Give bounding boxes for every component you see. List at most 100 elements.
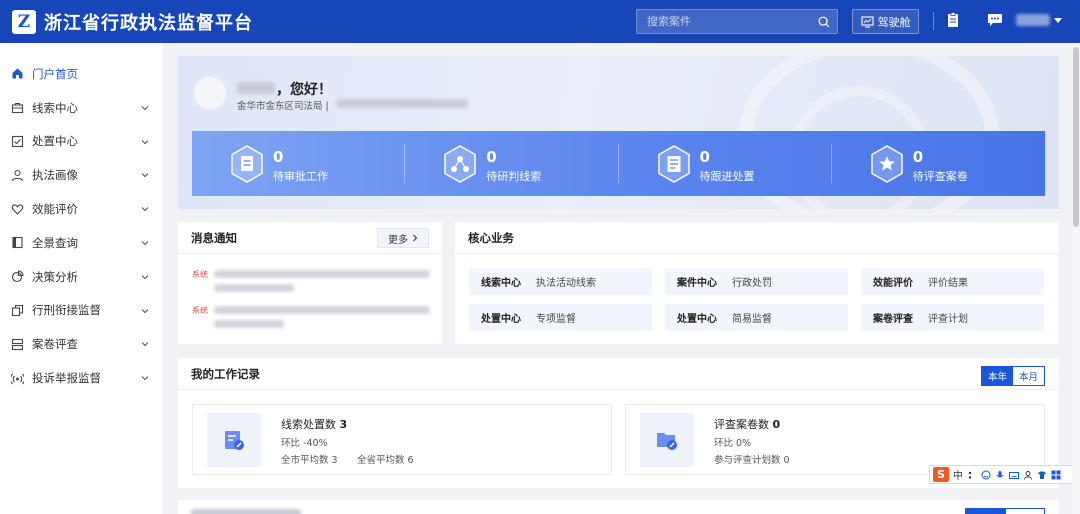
record-plan-count: 参与评查计划数 0 — [714, 455, 790, 466]
search-icon[interactable] — [817, 15, 831, 29]
stat-pending-review[interactable]: 0 待评查案卷 — [832, 131, 1045, 196]
sidebar-item-disposal-center[interactable]: 处置中心 — [0, 125, 163, 159]
notice-item[interactable]: 系统 — [192, 270, 430, 292]
record-title: 线索处置数 3 — [281, 416, 347, 432]
stat-pending-clues[interactable]: 0 待研判线索 — [405, 131, 619, 196]
logo-letter: Z — [17, 11, 31, 32]
business-item[interactable]: 案卷评查 评查计划 — [861, 304, 1044, 331]
book-icon — [10, 236, 24, 250]
tab-inactive[interactable] — [1005, 508, 1045, 514]
message-icon[interactable] — [986, 11, 1004, 29]
business-name: 简易监督 — [732, 314, 772, 325]
cockpit-button[interactable]: 驾驶舱 — [852, 9, 919, 34]
business-category: 案卷评查 — [873, 314, 913, 325]
app-logo[interactable]: Z — [12, 9, 36, 34]
notices-title: 消息通知 — [191, 230, 237, 245]
record-title: 评查案卷数 0 — [714, 416, 780, 432]
chevron-down-icon — [141, 207, 149, 212]
grid-menu-icon[interactable] — [1051, 470, 1061, 480]
user-name-redacted — [1016, 14, 1050, 26]
record-count: 3 — [339, 418, 348, 431]
sidebar-item-case-file-review[interactable]: 案卷评查 — [0, 327, 163, 361]
work-record-title: 我的工作记录 — [191, 366, 260, 381]
sidebar-item-label: 处置中心 — [32, 134, 78, 149]
organization-name: 金华市金东区司法局 | — [237, 101, 329, 112]
star-icon — [871, 145, 903, 183]
notice-tag: 系统 — [192, 306, 208, 315]
search-box[interactable] — [636, 9, 838, 34]
top-navigation-bar: Z 浙江省行政执法监督平台 驾驶舱 — [0, 0, 1080, 43]
stack-icon — [10, 337, 24, 351]
chevron-down-icon — [141, 308, 149, 313]
tab-this-month[interactable]: 本月 — [1013, 367, 1044, 385]
user-tool-icon[interactable] — [1023, 470, 1033, 480]
notice-text-redacted — [214, 306, 430, 328]
more-button[interactable]: 更多 — [377, 228, 429, 248]
chevron-down-icon — [141, 274, 149, 280]
business-item[interactable]: 处置中心 专项监督 — [469, 304, 652, 331]
clipboard-icon[interactable] — [944, 11, 962, 29]
chevron-down-icon — [141, 173, 149, 178]
emoji-icon[interactable] — [981, 470, 991, 480]
search-input[interactable] — [637, 15, 807, 28]
ime-toolbar[interactable]: S 中 — [929, 465, 1073, 484]
sidebar-item-panorama-query[interactable]: 全景查询 — [0, 226, 163, 260]
cockpit-label: 驾驶舱 — [877, 15, 911, 29]
business-item[interactable]: 线索中心 执法活动线索 — [469, 268, 652, 295]
record-city-average: 全市平均数 3 — [281, 455, 338, 466]
sidebar-item-portal-home[interactable]: 门户首页 — [0, 57, 163, 91]
avatar[interactable] — [194, 77, 226, 109]
stat-label: 待研判线索 — [486, 170, 542, 183]
shirt-icon[interactable] — [1037, 470, 1047, 480]
stats-band: 0 待审批工作 0 待研判线索 0 待跟进处置 0 待评查案卷 — [192, 131, 1045, 196]
stat-pending-followup[interactable]: 0 待跟进处置 — [619, 131, 832, 196]
tab-active[interactable] — [965, 508, 1005, 514]
clue-disposal-record[interactable]: 线索处置数 3 环比 -40% 全市平均数 3 全省平均数 6 — [192, 404, 612, 475]
business-category: 效能评价 — [873, 278, 913, 289]
record-label: 线索处置数 — [281, 418, 336, 431]
chevron-down-icon — [141, 139, 149, 144]
business-item[interactable]: 处置中心 简易监督 — [665, 304, 848, 331]
core-business-card: 核心业务 线索中心 执法活动线索 案件中心 行政处罚 效能评价 评价结果 处置中心 专项… — [455, 222, 1059, 344]
business-category: 线索中心 — [481, 278, 521, 289]
stat-value: 0 — [273, 148, 284, 166]
business-item[interactable]: 效能评价 评价结果 — [861, 268, 1044, 295]
folder-edit-icon — [640, 413, 694, 467]
chevron-down-icon — [141, 376, 149, 381]
notices-card: 消息通知 更多 系统 系统 — [178, 222, 442, 344]
punctuation-icon[interactable] — [967, 470, 977, 480]
heart-icon — [10, 202, 24, 216]
app-title: 浙江省行政执法监督平台 — [44, 12, 253, 34]
chevron-down-icon — [1054, 17, 1062, 23]
notice-item[interactable]: 系统 — [192, 306, 430, 328]
page-scrollbar[interactable] — [1072, 43, 1080, 514]
sidebar-item-performance-evaluation[interactable]: 效能评价 — [0, 192, 163, 226]
sidebar-item-criminal-link-supervision[interactable]: 行刑衔接监督 — [0, 294, 163, 328]
keyboard-icon[interactable] — [1009, 470, 1019, 480]
notices-header: 消息通知 更多 — [178, 222, 442, 254]
sidebar: 门户首页 线索中心 处置中心 执法画像 效能评价 全景查询 决策分析 行刑衔接监… — [0, 43, 163, 514]
shield-doc-icon — [231, 145, 263, 183]
ime-logo: S — [933, 467, 949, 482]
tab-this-year[interactable]: 本年 — [982, 367, 1013, 385]
sidebar-item-complaint-supervision[interactable]: 投诉举报监督 — [0, 361, 163, 395]
ime-mode[interactable]: 中 — [953, 467, 963, 482]
record-count: 0 — [772, 418, 781, 431]
notice-tag: 系统 — [192, 270, 208, 279]
microphone-icon[interactable] — [995, 470, 1005, 480]
stat-label: 待评查案卷 — [912, 170, 968, 183]
sidebar-item-enforcement-profile[interactable]: 执法画像 — [0, 158, 163, 192]
sidebar-item-clue-center[interactable]: 线索中心 — [0, 91, 163, 125]
user-menu[interactable] — [1016, 14, 1062, 26]
business-item[interactable]: 案件中心 行政处罚 — [665, 268, 848, 295]
record-label: 评查案卷数 — [714, 418, 769, 431]
stat-pending-approval[interactable]: 0 待审批工作 — [192, 131, 406, 196]
scrollbar-thumb[interactable] — [1073, 47, 1079, 227]
business-category: 案件中心 — [677, 278, 717, 289]
sidebar-item-decision-analysis[interactable]: 决策分析 — [0, 260, 163, 294]
business-name: 执法活动线索 — [536, 278, 596, 289]
stat-label: 待跟进处置 — [699, 170, 755, 183]
record-ratio: 环比 0% — [714, 438, 752, 449]
sidebar-item-label: 投诉举报监督 — [32, 371, 101, 386]
sidebar-item-label: 执法画像 — [32, 168, 78, 183]
